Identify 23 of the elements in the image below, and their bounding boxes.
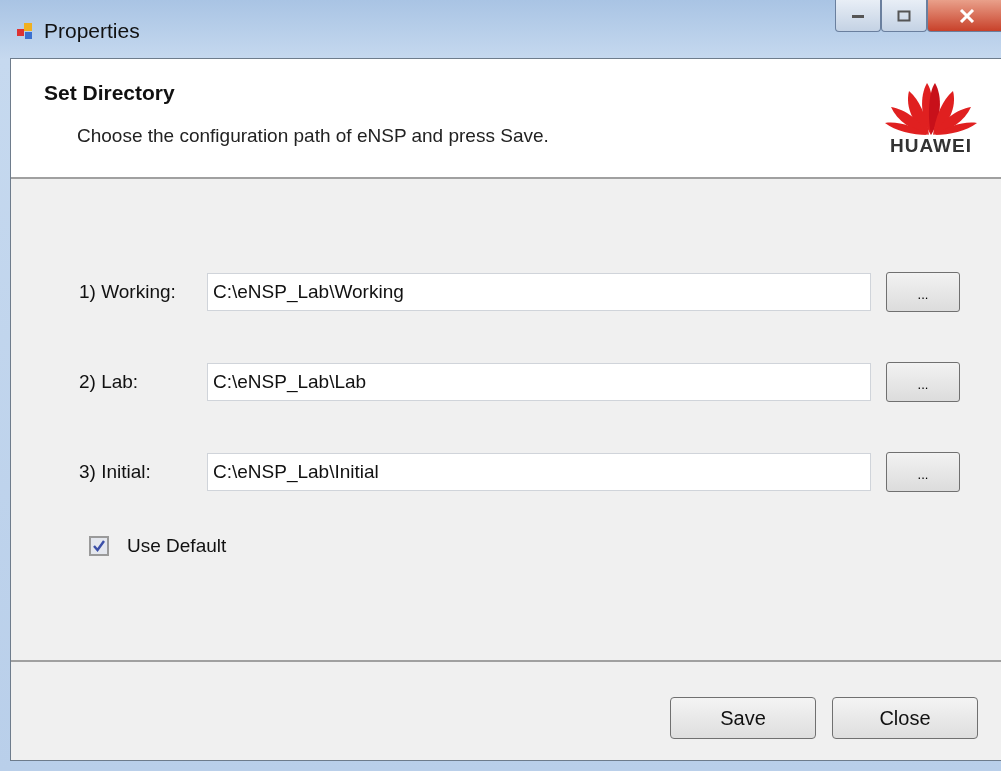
maximize-icon: [897, 9, 911, 22]
path-label: 1) Working:: [79, 281, 177, 303]
close-button[interactable]: [927, 0, 1001, 32]
minimize-button[interactable]: [835, 0, 881, 32]
window-title: Properties: [44, 19, 140, 43]
path-label: 2) Lab:: [79, 371, 140, 393]
path-field[interactable]: C:\eNSP_Lab\Working: [207, 273, 871, 311]
header-subtitle: Choose the configuration path of eNSP and press Save.: [77, 125, 549, 147]
use-default-label: Use Default: [127, 535, 227, 557]
path-field[interactable]: C:\eNSP_Lab\Initial: [207, 453, 871, 491]
close-icon: [959, 8, 975, 23]
app-icon: [16, 22, 34, 40]
browse-button[interactable]: ...: [886, 272, 960, 312]
close-dialog-button[interactable]: Close: [832, 697, 978, 739]
path-field[interactable]: C:\eNSP_Lab\Lab: [207, 363, 871, 401]
header-title: Set Directory: [44, 81, 176, 105]
save-button[interactable]: Save: [670, 697, 816, 739]
browse-button[interactable]: ...: [886, 362, 960, 402]
logo-text: HUAWEI: [890, 135, 972, 157]
use-default-checkbox[interactable]: [89, 536, 109, 556]
path-label: 3) Initial:: [79, 461, 152, 483]
maximize-button[interactable]: [881, 0, 927, 32]
browse-button[interactable]: ...: [886, 452, 960, 492]
